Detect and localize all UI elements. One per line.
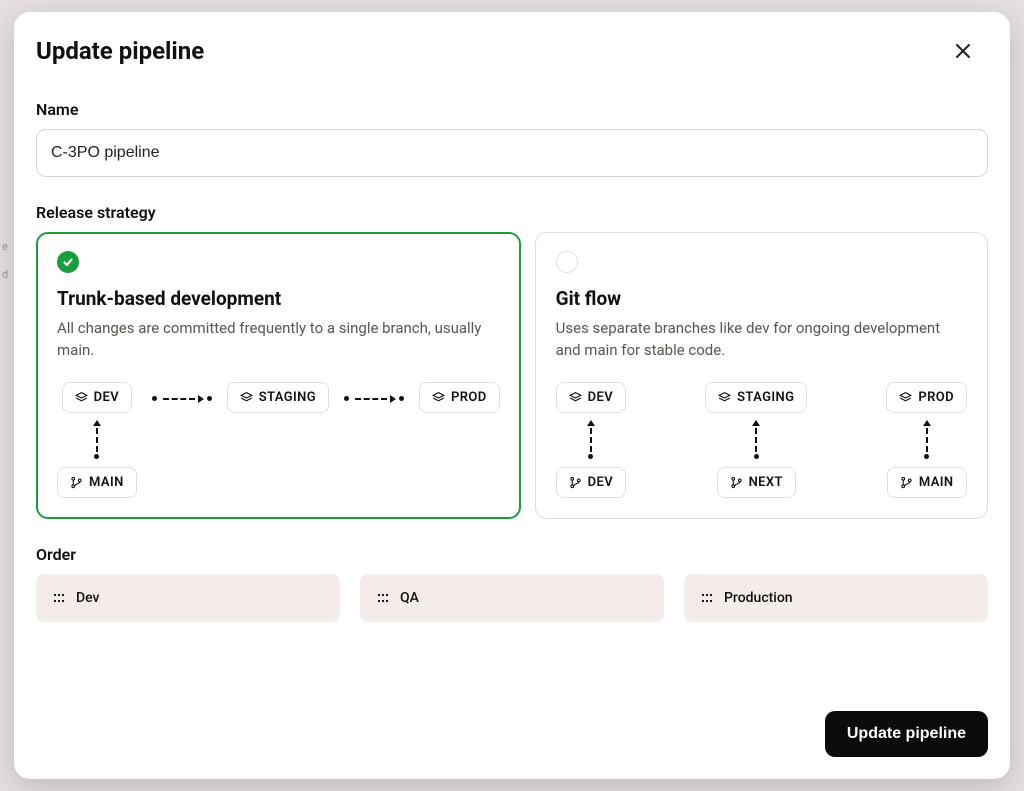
env-pill-staging: STAGING	[705, 382, 807, 413]
stack-icon	[240, 391, 253, 404]
order-item-label: Dev	[76, 590, 100, 606]
strategy-desc-trunk: All changes are committed frequently to …	[57, 318, 500, 362]
horiz-connector	[147, 382, 217, 416]
branch-icon	[730, 476, 743, 489]
stack-icon	[75, 391, 88, 404]
name-label: Name	[36, 100, 988, 119]
strategy-title-trunk: Trunk-based development	[57, 287, 500, 310]
pipeline-name-input[interactable]	[36, 129, 988, 177]
branch-pill-main: MAIN	[57, 467, 137, 498]
env-pill-prod: PROD	[419, 382, 500, 413]
gitflow-diagram: DEV DEV	[556, 382, 967, 498]
env-pill-staging: STAGING	[227, 382, 329, 413]
drag-handle-icon	[52, 591, 66, 605]
order-item-dev[interactable]: Dev	[36, 574, 340, 622]
stack-icon	[718, 391, 731, 404]
branch-pill-next: NEXT	[717, 467, 796, 498]
order-label: Order	[36, 545, 988, 564]
modal-title: Update pipeline	[36, 37, 204, 65]
update-pipeline-button[interactable]: Update pipeline	[825, 711, 988, 757]
order-item-production[interactable]: Production	[684, 574, 988, 622]
order-item-label: Production	[724, 590, 793, 606]
modal-footer: Update pipeline	[14, 691, 1010, 779]
strategy-card-gitflow[interactable]: Git flow Uses separate branches like dev…	[535, 232, 988, 519]
branch-icon	[70, 476, 83, 489]
modal-header: Update pipeline	[14, 12, 1010, 86]
stack-icon	[899, 391, 912, 404]
strategy-card-trunk[interactable]: Trunk-based development All changes are …	[36, 232, 521, 519]
env-pill-dev: DEV	[556, 382, 626, 413]
branch-icon	[569, 476, 582, 489]
vert-connector	[585, 413, 596, 467]
update-pipeline-modal: Update pipeline Name Release strategy	[14, 12, 1010, 779]
vert-connector	[751, 413, 762, 467]
branch-pill-dev: DEV	[556, 467, 626, 498]
horiz-connector	[339, 382, 409, 416]
close-button[interactable]	[948, 36, 978, 66]
branch-pill-main: MAIN	[887, 467, 967, 498]
drag-handle-icon	[376, 591, 390, 605]
branch-icon	[900, 476, 913, 489]
stack-icon	[432, 391, 445, 404]
trunk-diagram: DEV MAIN	[57, 382, 500, 498]
radio-selected-icon	[57, 251, 79, 273]
close-icon	[954, 42, 972, 60]
env-pill-dev: DEV	[62, 382, 132, 413]
env-pill-prod: PROD	[886, 382, 967, 413]
vert-connector	[921, 413, 932, 467]
order-item-qa[interactable]: QA	[360, 574, 664, 622]
stack-icon	[569, 391, 582, 404]
order-item-label: QA	[400, 590, 419, 606]
drag-handle-icon	[700, 591, 714, 605]
strategy-desc-gitflow: Uses separate branches like dev for ongo…	[556, 318, 967, 362]
strategy-title-gitflow: Git flow	[556, 287, 967, 310]
vert-connector	[91, 413, 102, 467]
release-strategy-label: Release strategy	[36, 203, 988, 222]
radio-unselected-icon	[556, 251, 578, 273]
